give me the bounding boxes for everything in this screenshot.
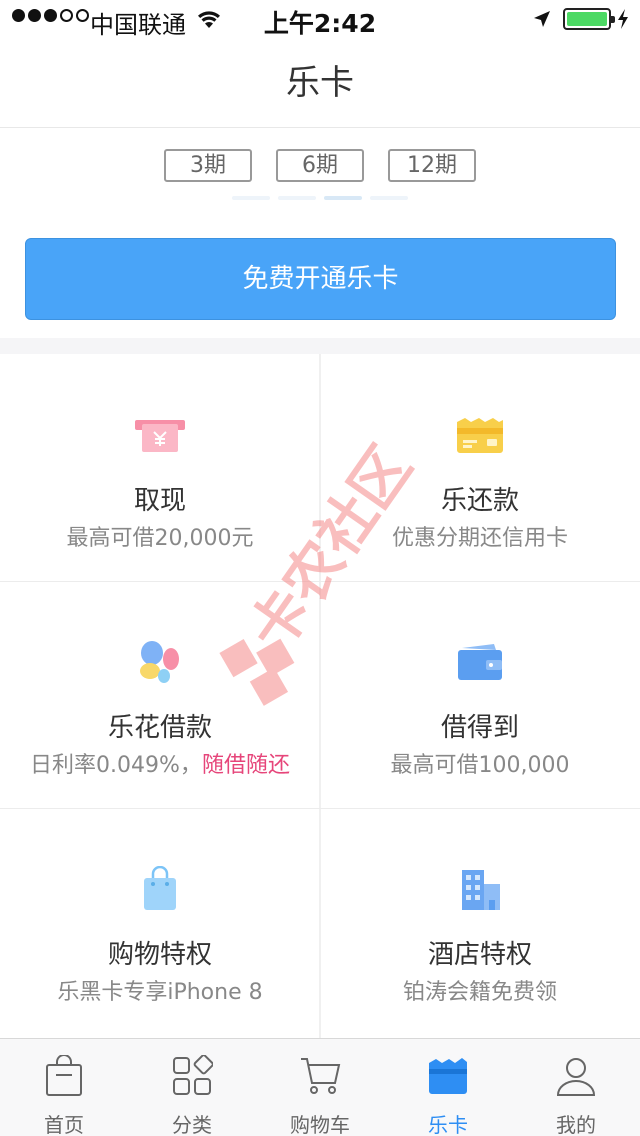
service-title: 酒店特权 xyxy=(427,940,532,970)
service-repay-credit-card[interactable]: 乐还款 优惠分期还信用卡 xyxy=(320,354,640,581)
atm-card-icon xyxy=(130,410,190,460)
tab-cart[interactable]: 购物车 xyxy=(256,1039,384,1136)
service-jiededao[interactable]: 借得到 最高可借100,000 xyxy=(320,581,640,808)
location-arrow-icon xyxy=(534,11,550,27)
carousel-dot xyxy=(278,196,316,200)
user-icon xyxy=(556,1058,596,1096)
tab-mine[interactable]: 我的 xyxy=(512,1039,640,1136)
open-lecard-button[interactable]: 免费开通乐卡 xyxy=(25,238,616,320)
service-title: 乐还款 xyxy=(440,486,519,516)
service-shopping-privilege[interactable]: 购物特权 乐黑卡专享iPhone 8 xyxy=(0,808,320,1035)
service-hotel-privilege[interactable]: 酒店特权 铂涛会籍免费领 xyxy=(320,808,640,1035)
page-title: 乐卡 xyxy=(286,63,354,103)
hotel-icon xyxy=(450,864,510,914)
section-divider xyxy=(0,338,640,354)
tab-label: 乐卡 xyxy=(428,1113,468,1136)
carousel-dot-active xyxy=(324,196,362,200)
tab-bar: 首页 分类 购物车 乐卡 我的 xyxy=(0,1038,640,1136)
service-subtitle-highlight: 随借随还 xyxy=(201,753,290,778)
cart-icon xyxy=(301,1058,341,1094)
petals-icon xyxy=(130,637,190,687)
carousel-indicator xyxy=(232,196,408,200)
service-subtitle: 最高可借100,000 xyxy=(390,753,570,778)
period-option-12[interactable]: 12期 xyxy=(388,149,476,182)
shopping-bag-icon xyxy=(130,864,190,914)
service-subtitle: 日利率0.049%，随借随还 xyxy=(0,747,320,779)
service-subtitle: 铂涛会籍免费领 xyxy=(402,980,557,1005)
tab-label: 首页 xyxy=(44,1113,84,1136)
status-bar: 中国联通 上午2:42 xyxy=(0,0,640,40)
service-title: 购物特权 xyxy=(107,940,212,970)
service-subtitle: 乐黑卡专享iPhone 8 xyxy=(57,980,263,1005)
tab-category[interactable]: 分类 xyxy=(128,1039,256,1136)
service-lehua-loan[interactable]: 乐花借款 日利率0.049%，随借随还 xyxy=(0,581,320,808)
tab-lecard[interactable]: 乐卡 xyxy=(384,1039,512,1136)
carousel-dot xyxy=(370,196,408,200)
battery-icon xyxy=(563,8,615,30)
credit-card-icon xyxy=(450,410,510,460)
service-title: 取现 xyxy=(133,486,186,516)
wallet-icon xyxy=(450,637,510,687)
charging-bolt-icon xyxy=(618,9,628,29)
service-title: 乐花借款 xyxy=(107,713,212,743)
tab-label: 分类 xyxy=(172,1113,212,1136)
service-cash-withdrawal[interactable]: 取现 最高可借20,000元 xyxy=(0,354,320,581)
tab-home[interactable]: 首页 xyxy=(0,1039,128,1136)
tab-label: 我的 xyxy=(556,1113,596,1136)
period-option-6[interactable]: 6期 xyxy=(276,149,364,182)
period-selector: 3期 6期 12期 xyxy=(0,149,640,182)
service-subtitle: 优惠分期还信用卡 xyxy=(391,526,568,551)
service-title: 借得到 xyxy=(440,713,519,743)
service-subtitle: 最高可借20,000元 xyxy=(66,526,254,551)
period-option-3[interactable]: 3期 xyxy=(164,149,252,182)
bag-icon xyxy=(46,1055,82,1096)
carousel-dot xyxy=(232,196,270,200)
service-grid: 取现 最高可借20,000元 乐还款 优惠分期还信用卡 乐花借款 日利率0.04… xyxy=(0,354,640,1038)
service-subtitle-text: 日利率0.049%， xyxy=(30,753,202,778)
navigation-bar: 乐卡 xyxy=(0,40,640,128)
category-icon xyxy=(173,1055,213,1095)
tab-label: 购物车 xyxy=(290,1113,350,1136)
lecard-icon xyxy=(429,1058,467,1094)
